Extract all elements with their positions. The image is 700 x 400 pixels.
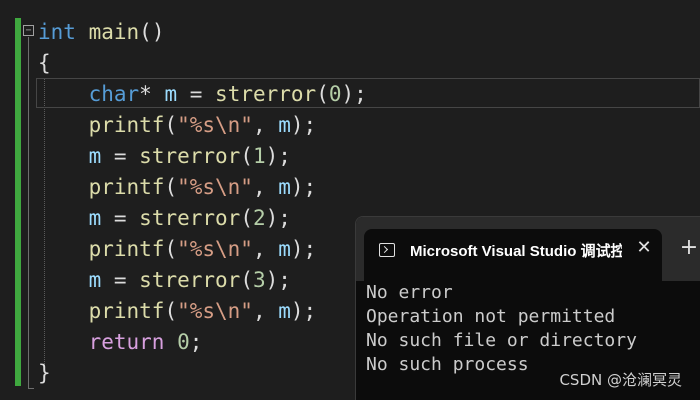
code-token: "%s\n" <box>177 299 253 323</box>
code-token: ); <box>290 113 317 137</box>
console-tab[interactable]: Microsoft Visual Studio 调试控制台 ✕ <box>364 229 662 281</box>
code-line[interactable]: m = strerror(1); <box>38 141 367 172</box>
code-line[interactable]: char* m = strerror(0); <box>38 79 367 110</box>
code-line[interactable]: int main() <box>38 17 367 48</box>
code-token: = <box>101 206 140 230</box>
code-token: ( <box>316 82 329 106</box>
output-line: No error <box>366 282 453 303</box>
code-token: strerror <box>139 206 241 230</box>
code-token: return <box>88 330 165 354</box>
code-token: m <box>88 206 102 230</box>
code-token: ( <box>164 175 178 199</box>
code-token: 0 <box>328 82 342 106</box>
code-token: int <box>38 20 76 44</box>
code-token: printf <box>88 299 165 323</box>
code-token: ); <box>341 82 367 106</box>
code-token: = <box>177 82 216 106</box>
code-token: printf <box>88 237 165 261</box>
code-line[interactable]: printf("%s\n", m); <box>38 172 367 203</box>
code-token: () <box>139 20 165 44</box>
code-token: 3 <box>252 268 266 292</box>
code-token: ); <box>290 237 317 261</box>
output-line: Operation not permitted <box>366 306 616 327</box>
code-token: ( <box>240 268 253 292</box>
code-token: "%s\n" <box>177 175 253 199</box>
code-token: strerror <box>139 268 241 292</box>
code-line[interactable]: m = strerror(2); <box>38 203 367 234</box>
code-token: = <box>101 144 140 168</box>
code-line[interactable]: { <box>38 48 367 79</box>
code-line[interactable]: printf("%s\n", m); <box>38 296 367 327</box>
code-token: ( <box>240 144 253 168</box>
code-token: } <box>38 361 51 385</box>
code-token: m <box>278 237 291 261</box>
code-token: ); <box>265 144 291 168</box>
code-token: , <box>252 299 279 323</box>
code-token: ( <box>164 113 178 137</box>
code-token: ); <box>290 175 317 199</box>
code-token: ; <box>189 330 203 354</box>
code-token: m <box>164 82 178 106</box>
code-token: 0 <box>177 330 190 354</box>
code-token: , <box>252 237 279 261</box>
code-token: main <box>88 20 140 44</box>
collapse-icon[interactable]: − <box>23 25 34 36</box>
code-token: "%s\n" <box>177 113 253 137</box>
code-text[interactable]: int main(){ char* m = strerror(0); print… <box>38 17 367 389</box>
code-token: char <box>88 82 140 106</box>
code-token: = <box>101 268 140 292</box>
fold-guide-end <box>28 388 34 389</box>
code-token: "%s\n" <box>177 237 253 261</box>
code-line[interactable]: printf("%s\n", m); <box>38 234 367 265</box>
code-token: ( <box>240 206 253 230</box>
code-line[interactable]: } <box>38 358 367 389</box>
code-token: m <box>88 268 102 292</box>
console-titlebar: Microsoft Visual Studio 调试控制台 ✕ + <box>356 217 700 281</box>
console-output: No error Operation not permitted No such f… <box>366 281 637 377</box>
code-token: { <box>38 51 51 75</box>
code-token: 1 <box>252 144 266 168</box>
output-line: No such file or directory <box>366 330 637 351</box>
code-token: strerror <box>139 144 241 168</box>
code-token: 2 <box>252 206 266 230</box>
close-icon[interactable]: ✕ <box>634 237 654 259</box>
code-token: printf <box>88 113 165 137</box>
code-token: ); <box>290 299 317 323</box>
code-token: ( <box>164 237 178 261</box>
code-token: ( <box>164 299 178 323</box>
code-token: ); <box>265 206 291 230</box>
code-token: printf <box>88 175 165 199</box>
code-token: strerror <box>215 82 317 106</box>
code-line[interactable]: return 0; <box>38 327 367 358</box>
code-token: , <box>252 113 279 137</box>
code-token: m <box>278 175 291 199</box>
code-token: , <box>252 175 279 199</box>
code-token: * <box>139 82 165 106</box>
code-token: m <box>278 299 291 323</box>
change-tracking-bar <box>15 18 21 386</box>
new-tab-icon[interactable]: + <box>678 236 700 260</box>
console-tab-title: Microsoft Visual Studio 调试控制台 <box>410 243 622 260</box>
code-token: ); <box>265 268 291 292</box>
terminal-icon <box>379 243 395 257</box>
code-token: m <box>278 113 291 137</box>
code-line[interactable]: m = strerror(3); <box>38 265 367 296</box>
fold-guide-line <box>28 37 29 389</box>
watermark: CSDN @沧澜冥灵 <box>559 371 682 389</box>
code-token: m <box>88 144 102 168</box>
code-line[interactable]: printf("%s\n", m); <box>38 110 367 141</box>
